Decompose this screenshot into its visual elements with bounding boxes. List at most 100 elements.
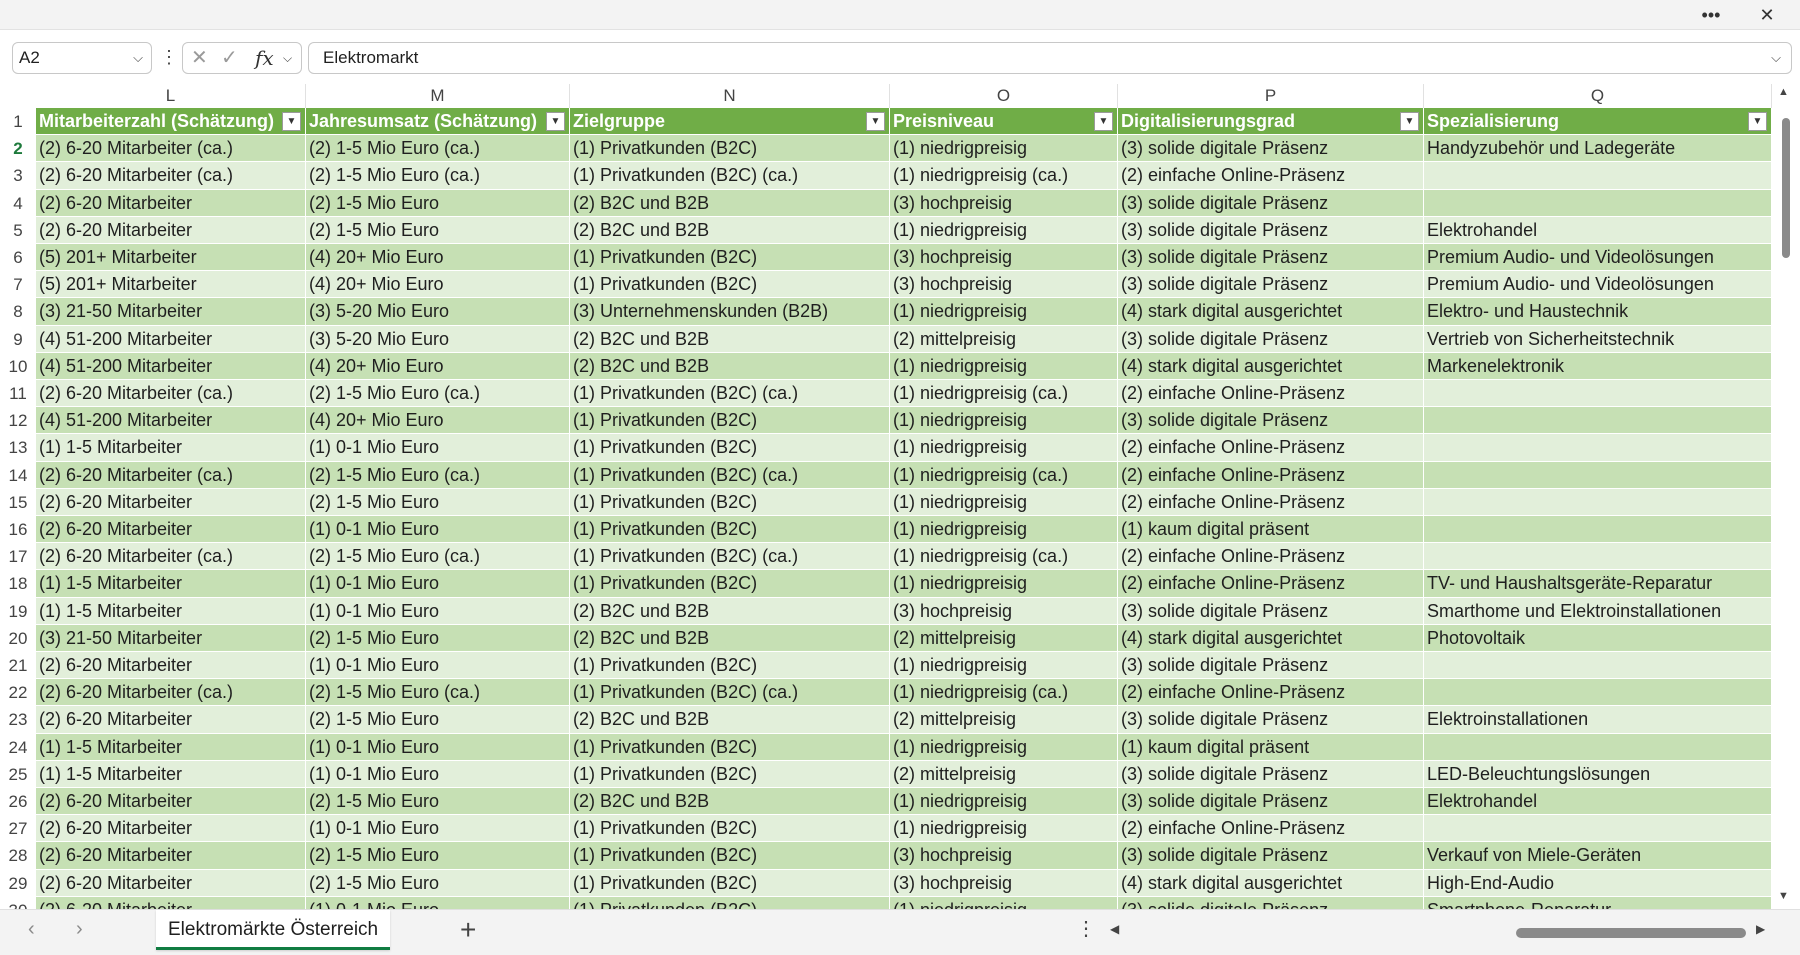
filter-dropdown-icon[interactable]: ▼ [1748,112,1767,131]
table-cell[interactable]: Elektro- und Haustechnik [1424,298,1772,326]
table-cell[interactable]: (3) solide digitale Präsenz [1118,244,1424,272]
table-cell[interactable]: LED-Beleuchtungslösungen [1424,760,1772,788]
insert-function-icon[interactable]: fx [255,43,274,73]
table-cell[interactable]: (2) 1-5 Mio Euro [306,869,570,897]
table-cell[interactable]: (2) einfache Online-Präsenz [1118,679,1424,707]
table-cell[interactable]: (1) niedrigpreisig [890,298,1118,326]
table-cell[interactable]: (2) B2C und B2B [570,189,890,217]
table-cell[interactable]: (1) 0-1 Mio Euro [306,896,570,909]
select-all-corner[interactable] [0,84,36,108]
table-cell[interactable]: Elektrohandel [1424,216,1772,244]
column-header[interactable]: Q [1424,84,1772,108]
table-cell[interactable]: (1) 0-1 Mio Euro [306,815,570,843]
table-cell[interactable]: (1) niedrigpreisig [890,570,1118,598]
scroll-right-icon[interactable]: ▶ [1756,922,1765,936]
row-number[interactable]: 11 [0,380,36,408]
table-cell[interactable]: (3) solide digitale Präsenz [1118,325,1424,353]
formula-input[interactable]: Elektromarkt ⌵ [308,42,1792,74]
filter-dropdown-icon[interactable]: ▼ [282,112,301,131]
table-cell[interactable]: (2) 6-20 Mitarbeiter [36,788,306,816]
table-cell[interactable]: (3) 21-50 Mitarbeiter [36,298,306,326]
table-cell[interactable]: (3) 5-20 Mio Euro [306,325,570,353]
table-cell[interactable]: (4) 20+ Mio Euro [306,407,570,435]
table-cell[interactable]: (1) kaum digital präsent [1118,516,1424,544]
table-cell[interactable]: (1) niedrigpreisig [890,516,1118,544]
table-cell[interactable]: (1) niedrigpreisig (ca.) [890,380,1118,408]
table-cell[interactable]: Elektroinstallationen [1424,706,1772,734]
row-number[interactable]: 12 [0,407,36,435]
row-number[interactable]: 20 [0,624,36,652]
table-header-cell[interactable]: Preisniveau ▼ [890,108,1118,136]
table-cell[interactable]: (1) Privatkunden (B2C) [570,135,890,163]
table-cell[interactable]: (2) B2C und B2B [570,597,890,625]
table-cell[interactable]: (2) mittelpreisig [890,706,1118,734]
table-cell[interactable]: (1) kaum digital präsent [1118,733,1424,761]
table-cell[interactable]: (2) B2C und B2B [570,216,890,244]
table-cell[interactable]: (1) niedrigpreisig [890,896,1118,909]
table-cell[interactable]: (1) Privatkunden (B2C) [570,733,890,761]
table-cell[interactable] [1424,652,1772,680]
table-cell[interactable] [1424,162,1772,190]
table-cell[interactable]: (2) einfache Online-Präsenz [1118,461,1424,489]
row-number[interactable]: 8 [0,298,36,326]
table-cell[interactable]: (1) niedrigpreisig [890,815,1118,843]
table-cell[interactable]: (2) 1-5 Mio Euro (ca.) [306,679,570,707]
table-cell[interactable] [1424,380,1772,408]
table-cell[interactable]: (2) 1-5 Mio Euro [306,216,570,244]
table-cell[interactable]: (2) B2C und B2B [570,325,890,353]
column-header[interactable]: M [306,84,570,108]
table-cell[interactable]: (2) einfache Online-Präsenz [1118,543,1424,571]
table-cell[interactable]: (1) Privatkunden (B2C) [570,570,890,598]
table-cell[interactable]: TV- und Haushaltsgeräte-Reparatur [1424,570,1772,598]
row-number[interactable]: 25 [0,760,36,788]
table-cell[interactable]: (3) 5-20 Mio Euro [306,298,570,326]
table-cell[interactable]: (1) Privatkunden (B2C) [570,652,890,680]
horizontal-scrollbar[interactable]: ◀ ▶ [1108,922,1768,942]
table-cell[interactable]: (1) Privatkunden (B2C) [570,760,890,788]
sheet-tab[interactable]: Elektromärkte Österreich [156,910,391,950]
scroll-up-icon[interactable]: ▲ [1778,86,1789,98]
filter-dropdown-icon[interactable]: ▼ [546,112,565,131]
table-cell[interactable]: (2) 6-20 Mitarbeiter (ca.) [36,380,306,408]
row-number[interactable]: 29 [0,869,36,897]
table-cell[interactable]: (2) mittelpreisig [890,624,1118,652]
table-cell[interactable]: (3) hochpreisig [890,869,1118,897]
table-cell[interactable]: (2) 6-20 Mitarbeiter (ca.) [36,162,306,190]
row-number[interactable]: 2 [0,135,36,163]
table-cell[interactable]: (1) niedrigpreisig [890,488,1118,516]
table-cell[interactable]: (2) 6-20 Mitarbeiter [36,815,306,843]
table-cell[interactable]: (2) 1-5 Mio Euro [306,788,570,816]
table-cell[interactable]: (3) 21-50 Mitarbeiter [36,624,306,652]
table-cell[interactable]: (1) Privatkunden (B2C) [570,516,890,544]
more-options-icon[interactable]: ••• [1688,0,1734,30]
table-cell[interactable]: (2) 1-5 Mio Euro [306,706,570,734]
table-cell[interactable]: (1) Privatkunden (B2C) [570,869,890,897]
table-cell[interactable]: (2) 6-20 Mitarbeiter [36,869,306,897]
table-cell[interactable]: (1) niedrigpreisig (ca.) [890,162,1118,190]
filter-dropdown-icon[interactable]: ▼ [1094,112,1113,131]
table-cell[interactable]: (2) 1-5 Mio Euro (ca.) [306,461,570,489]
table-cell[interactable]: (4) 20+ Mio Euro [306,352,570,380]
table-cell[interactable]: (1) Privatkunden (B2C) (ca.) [570,543,890,571]
add-sheet-icon[interactable]: + [460,914,476,946]
table-cell[interactable]: (3) solide digitale Präsenz [1118,597,1424,625]
row-number[interactable]: 10 [0,352,36,380]
formula-bar-grip-icon[interactable]: ⋮ [160,42,178,74]
table-cell[interactable] [1424,488,1772,516]
row-number[interactable]: 22 [0,679,36,707]
table-cell[interactable]: Verkauf von Miele-Geräten [1424,842,1772,870]
table-cell[interactable]: High-End-Audio [1424,869,1772,897]
table-header-cell[interactable]: Spezialisierung ▼ [1424,108,1772,136]
table-cell[interactable]: (1) 0-1 Mio Euro [306,733,570,761]
table-cell[interactable]: (1) 1-5 Mitarbeiter [36,760,306,788]
table-cell[interactable]: (3) solide digitale Präsenz [1118,788,1424,816]
table-cell[interactable]: (4) stark digital ausgerichtet [1118,352,1424,380]
row-number[interactable]: 9 [0,325,36,353]
table-cell[interactable]: (1) 0-1 Mio Euro [306,570,570,598]
table-cell[interactable]: (2) 6-20 Mitarbeiter [36,842,306,870]
table-cell[interactable]: (2) einfache Online-Präsenz [1118,815,1424,843]
chevron-down-icon[interactable]: ⌵ [283,43,292,73]
table-cell[interactable]: (1) 1-5 Mitarbeiter [36,434,306,462]
table-cell[interactable]: (4) stark digital ausgerichtet [1118,869,1424,897]
table-cell[interactable]: (1) 0-1 Mio Euro [306,516,570,544]
